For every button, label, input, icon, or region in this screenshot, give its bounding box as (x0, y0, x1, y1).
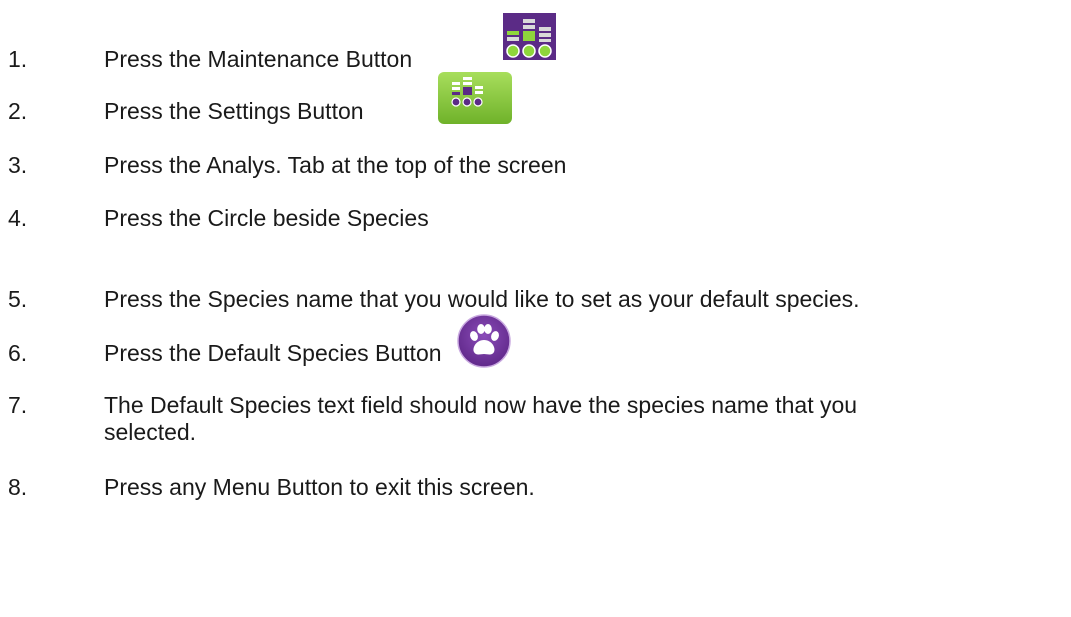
step-number: 1. (8, 46, 28, 72)
step-text: The Default Species text field should no… (104, 392, 858, 418)
step-number: 7. (8, 392, 28, 418)
step-number: 5. (8, 286, 28, 312)
step-text: Press any Menu Button to exit this scree… (104, 474, 535, 500)
step-text: Press the Analys. Tab at the top of the … (104, 152, 567, 178)
step-text: Press the Settings Button (104, 98, 364, 124)
maintenance-icon (503, 13, 556, 60)
step-text: Press the Species name that you would li… (104, 286, 860, 312)
step-number: 8. (8, 474, 28, 500)
step-number: 6. (8, 340, 28, 366)
step-number: 2. (8, 98, 28, 124)
step-text: Press the Circle beside Species (104, 205, 429, 231)
paw-icon (457, 314, 511, 368)
step-text-continuation: selected. (104, 419, 197, 445)
step-number: 4. (8, 205, 28, 231)
step-text: Press the Maintenance Button (104, 46, 413, 72)
step-text: Press the Default Species Button (104, 340, 442, 366)
step-number: 3. (8, 152, 28, 178)
settings-icon (438, 72, 512, 124)
